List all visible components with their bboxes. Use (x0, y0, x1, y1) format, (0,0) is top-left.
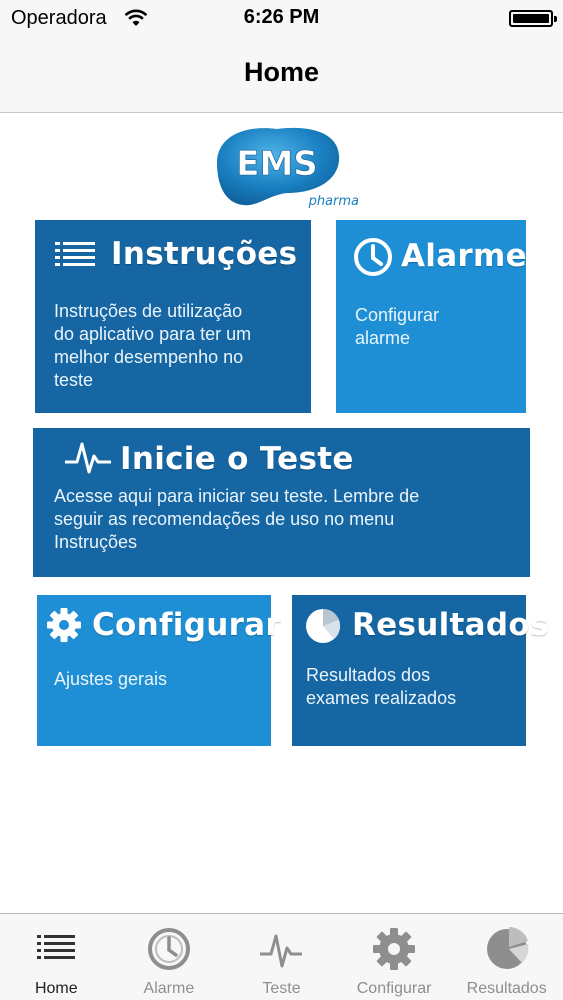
configurar-description: Ajustes gerais (54, 669, 168, 689)
gear-icon (373, 928, 416, 970)
status-bar: Operadora 6:26 PM (0, 0, 563, 38)
status-time: 6:26 PM (243, 6, 320, 28)
list-icon (55, 242, 95, 266)
instrucoes-title: Instruções (111, 236, 298, 272)
clock-icon (354, 238, 392, 276)
configurar-tile[interactable]: Configurar Ajustes gerais (37, 595, 281, 746)
top-bar: Operadora 6:26 PM Home (0, 0, 563, 113)
page-title: Home (243, 57, 319, 87)
svg-text:EMS: EMS (236, 144, 318, 184)
tab-bar: Home Alarme Teste Configurar Resultados (0, 913, 563, 1000)
alarme-tile[interactable]: Alarme Configurar alarme (336, 220, 527, 413)
tab-home-label: Home (34, 980, 78, 997)
tab-teste-label: Teste (262, 980, 301, 997)
list-icon (37, 935, 76, 959)
heartbeat-icon (65, 442, 111, 474)
inicie-teste-description: Acesse aqui para iniciar seu teste. Lemb… (54, 486, 420, 552)
configurar-title: Configurar (92, 607, 281, 643)
instrucoes-description: Instruções de utilização do aplicativo p… (54, 301, 252, 390)
svg-text:pharma: pharma (308, 194, 359, 209)
tab-resultados[interactable]: Resultados (450, 914, 563, 1000)
tab-configurar-label: Configurar (356, 980, 432, 997)
tab-alarme-label: Alarme (143, 980, 195, 997)
battery-icon (509, 10, 557, 27)
tab-home[interactable]: Home (0, 914, 113, 1000)
resultados-description: Resultados dos exames realizados (306, 665, 457, 708)
pie-chart-icon (306, 608, 341, 643)
tab-resultados-label: Resultados (466, 980, 547, 997)
inicie-teste-tile[interactable]: Inicie o Teste Acesse aqui para iniciar … (33, 428, 530, 577)
instrucoes-tile[interactable]: Instruções Instruções de utilização do a… (35, 220, 311, 413)
alarme-description: Configurar alarme (355, 305, 440, 348)
tab-alarme[interactable]: Alarme (113, 914, 226, 1000)
resultados-tile[interactable]: Resultados Resultados dos exames realiza… (292, 595, 548, 746)
inicie-teste-title: Inicie o Teste (120, 441, 354, 477)
resultados-title: Resultados (352, 607, 549, 643)
clock-icon (147, 928, 190, 970)
pie-chart-icon (486, 927, 529, 969)
tab-teste[interactable]: Teste (225, 914, 338, 1000)
alarme-title: Alarme (401, 238, 527, 274)
tab-configurar[interactable]: Configurar (338, 914, 451, 1000)
ems-pharma-logo: EMS pharma (217, 127, 359, 209)
gear-icon (47, 608, 81, 642)
heartbeat-icon (260, 934, 303, 968)
